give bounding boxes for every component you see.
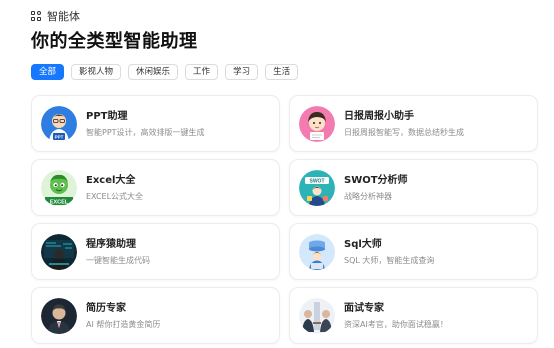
agent-card-daily-report[interactable]: 日报周报小助手 日报周报智能写，数据总结秒生成 (289, 95, 538, 152)
svg-text:EXCEL: EXCEL (50, 199, 69, 205)
interview-avatar-icon (299, 298, 335, 334)
excel-avatar-icon: EXCEL (41, 170, 77, 206)
tab-life[interactable]: 生活 (265, 64, 299, 80)
section-header: 智能体 (31, 8, 80, 24)
ppt-avatar-icon: PPT (41, 106, 77, 142)
apps-grid-icon (31, 10, 42, 22)
section-header-label: 智能体 (47, 10, 80, 23)
agent-card-sql[interactable]: Sql大师 SQL 大师，智能生成查询 (289, 223, 538, 280)
agent-card-desc: 一键智能生成代码 (86, 256, 150, 265)
agents-page: 智能体 你的全类型智能助理 全部 影视人物 休闲娱乐 工作 学习 生活 PPT (0, 0, 554, 348)
report-avatar-icon (299, 106, 335, 142)
agent-card-title: SWOT分析师 (344, 175, 408, 186)
tab-leisure[interactable]: 休闲娱乐 (128, 64, 179, 80)
agent-card-title: Excel大全 (86, 175, 136, 186)
agent-card-desc: 战略分析神器 (344, 192, 392, 201)
agent-card-excel[interactable]: EXCEL Excel大全 EXCEL公式大全 (31, 159, 280, 216)
agent-card-desc: AI 帮你打造黄金简历 (86, 320, 161, 329)
resume-avatar-icon (41, 298, 77, 334)
agent-card-desc: SQL 大师，智能生成查询 (344, 256, 435, 265)
tab-work[interactable]: 工作 (185, 64, 219, 80)
svg-text:PPT: PPT (55, 135, 64, 140)
agent-card-title: PPT助理 (86, 111, 128, 122)
agent-card-title: 程序猿助理 (86, 239, 136, 250)
agent-card-title: Sql大师 (344, 239, 382, 250)
agent-card-resume[interactable]: 简历专家 AI 帮你打造黄金简历 (31, 287, 280, 344)
agent-card-title: 简历专家 (86, 303, 126, 314)
tab-film-characters[interactable]: 影视人物 (71, 64, 122, 80)
tab-study[interactable]: 学习 (225, 64, 259, 80)
agent-card-desc: EXCEL公式大全 (86, 192, 144, 201)
agent-card-swot[interactable]: SWOT SWOT分析师 战略分析神器 (289, 159, 538, 216)
agent-card-title: 日报周报小助手 (344, 111, 414, 122)
swot-avatar-icon: SWOT (299, 170, 335, 206)
svg-text:SWOT: SWOT (310, 179, 325, 185)
agent-card-coder[interactable]: 程序猿助理 一键智能生成代码 (31, 223, 280, 280)
coder-avatar-icon (41, 234, 77, 270)
agent-card-ppt[interactable]: PPT PPT助理 智能PPT设计，高效排版一键生成 (31, 95, 280, 152)
sql-avatar-icon (299, 234, 335, 270)
agent-card-desc: 资深AI考官，助你面试稳赢！ (344, 320, 448, 329)
agent-card-interview[interactable]: 面试专家 资深AI考官，助你面试稳赢！ (289, 287, 538, 344)
category-tabs: 全部 影视人物 休闲娱乐 工作 学习 生活 (31, 64, 299, 80)
agent-card-desc: 日报周报智能写，数据总结秒生成 (344, 128, 464, 137)
page-title: 你的全类型智能助理 (31, 31, 198, 52)
agent-card-title: 面试专家 (344, 303, 384, 314)
agent-card-desc: 智能PPT设计，高效排版一键生成 (86, 128, 205, 137)
tab-all[interactable]: 全部 (31, 64, 65, 80)
